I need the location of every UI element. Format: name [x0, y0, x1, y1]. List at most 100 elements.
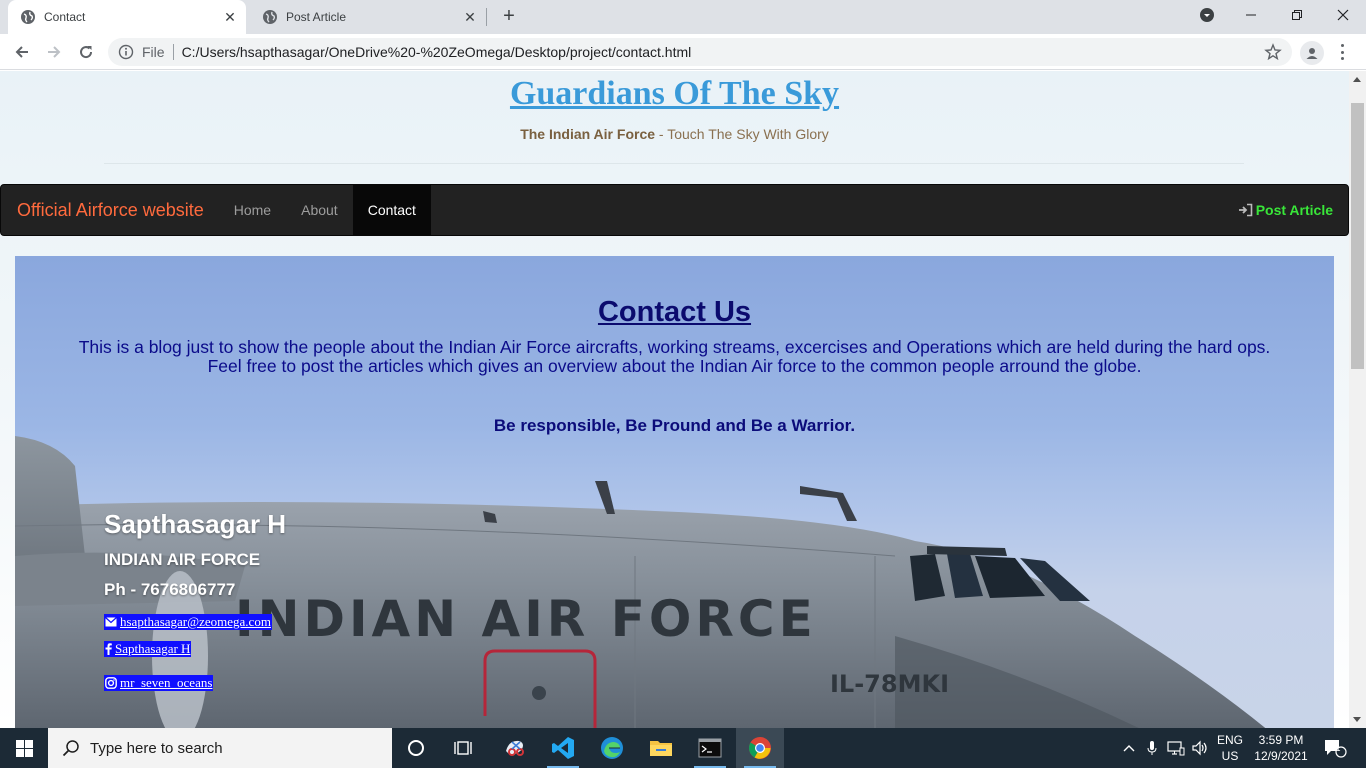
- language-code: ENG: [1216, 733, 1243, 747]
- vscode-app[interactable]: [539, 728, 587, 768]
- tab-title: Post Article: [286, 10, 347, 24]
- windows-logo-icon: [15, 739, 33, 757]
- show-hidden-icons[interactable]: [1118, 728, 1140, 768]
- region-code: US: [1221, 749, 1239, 763]
- cortana-button[interactable]: [392, 728, 440, 768]
- email-link[interactable]: hsapthasagar@zeomega.com: [104, 614, 272, 630]
- tab-close-icon[interactable]: ✕: [460, 7, 480, 27]
- omnibox-divider: [172, 44, 174, 60]
- action-center-button[interactable]: 1: [1320, 736, 1350, 760]
- address-bar[interactable]: File C:/Users/hsapthasagar/OneDrive%20-%…: [108, 38, 1292, 66]
- close-window-button[interactable]: [1320, 0, 1366, 30]
- restore-button[interactable]: [1274, 0, 1320, 30]
- file-explorer-app[interactable]: [637, 728, 685, 768]
- notification-count: 1: [1335, 743, 1341, 753]
- task-view-button[interactable]: [440, 728, 488, 768]
- description-line-1: This is a blog just to show the people a…: [78, 337, 1271, 357]
- microphone-tray[interactable]: [1142, 728, 1162, 768]
- post-article-link[interactable]: Post Article: [1238, 185, 1333, 235]
- terminal-icon: [698, 738, 722, 758]
- microphone-icon: [1147, 741, 1157, 755]
- reload-button[interactable]: [74, 40, 98, 64]
- clock-date: 12/9/2021: [1254, 749, 1308, 763]
- contact-heading: Contact Us: [597, 296, 752, 328]
- url-text[interactable]: C:/Users/hsapthasagar/OneDrive%20-%20ZeO…: [182, 44, 692, 60]
- network-icon: [1167, 741, 1185, 756]
- cortana-circle-icon: [408, 740, 424, 756]
- task-view-icon: [454, 741, 472, 755]
- sign-in-icon: [1238, 203, 1253, 217]
- facebook-icon: [105, 643, 112, 655]
- browser-toolbar: File C:/Users/hsapthasagar/OneDrive%20-%…: [0, 34, 1366, 70]
- tab-separator: [486, 8, 487, 26]
- chrome-app[interactable]: [736, 728, 784, 768]
- contact-card: Sapthasagar H INDIAN AIR FORCE Ph - 7676…: [104, 509, 286, 693]
- instagram-link[interactable]: mr_seven_oceans: [104, 675, 214, 691]
- minimize-icon: [1246, 14, 1256, 16]
- scrollbar-thumb[interactable]: [1351, 103, 1364, 369]
- nav-home[interactable]: Home: [219, 185, 286, 235]
- browser-tab-bar: Contact ✕ Post Article ✕ +: [0, 0, 1366, 34]
- new-tab-button[interactable]: +: [498, 5, 520, 27]
- contact-organization: INDIAN AIR FORCE: [104, 550, 261, 569]
- language-indicator[interactable]: ENG US: [1214, 732, 1246, 764]
- tagline-bold: The Indian Air Force: [520, 126, 656, 142]
- contact-hero: INDIAN AIR FORCE IL-78MKI Contact Us Thi…: [15, 256, 1334, 728]
- edge-icon: [601, 737, 623, 759]
- close-icon: [1337, 9, 1349, 21]
- start-button[interactable]: [0, 728, 48, 768]
- tab-post-article[interactable]: Post Article ✕: [250, 0, 486, 34]
- main-navbar: Official Airforce website Home About Con…: [0, 184, 1349, 236]
- speaker-icon: [1192, 740, 1207, 756]
- volume-tray[interactable]: [1190, 728, 1212, 768]
- globe-icon: [20, 9, 36, 25]
- windows-taskbar: Type here to search ENG US 3:59 PM 12/9/…: [0, 728, 1366, 768]
- profile-avatar-icon[interactable]: [1300, 41, 1324, 65]
- contact-name: Sapthasagar H: [104, 509, 287, 539]
- description-line-2: Feel free to post the articles which giv…: [207, 356, 1142, 376]
- reload-icon: [80, 46, 93, 59]
- chevron-down-icon: [1200, 8, 1214, 22]
- site-title[interactable]: Guardians Of The Sky: [0, 75, 1349, 113]
- contact-phone: Ph - 7676806777: [104, 580, 236, 599]
- nav-contact[interactable]: Contact: [352, 185, 431, 235]
- tab-contact[interactable]: Contact ✕: [8, 0, 246, 34]
- tagline-rest: - Touch The Sky With Glory: [655, 126, 829, 142]
- scroll-up-icon[interactable]: [1353, 77, 1361, 82]
- fuselage-lettering: INDIAN AIR FORCE: [235, 590, 817, 648]
- navbar-brand[interactable]: Official Airforce website: [17, 200, 204, 221]
- minimize-button[interactable]: [1228, 0, 1274, 30]
- back-button[interactable]: [10, 40, 34, 64]
- globe-icon: [262, 9, 278, 25]
- tab-search-button[interactable]: [1184, 0, 1230, 30]
- edge-app[interactable]: [588, 728, 636, 768]
- tab-title: Contact: [44, 10, 86, 24]
- page-scrollbar[interactable]: [1349, 71, 1366, 728]
- system-clock[interactable]: 3:59 PM 12/9/2021: [1252, 732, 1310, 764]
- search-placeholder: Type here to search: [90, 739, 223, 757]
- folder-icon: [650, 741, 672, 756]
- page-viewport: Guardians Of The Sky The Indian Air Forc…: [0, 71, 1349, 728]
- scroll-down-icon[interactable]: [1353, 717, 1361, 722]
- taskbar-search[interactable]: Type here to search: [48, 728, 392, 768]
- instagram-text: mr_seven_oceans: [120, 675, 213, 690]
- network-tray[interactable]: [1164, 728, 1188, 768]
- chevron-up-icon: [1123, 745, 1135, 752]
- nav-about[interactable]: About: [286, 185, 353, 235]
- bookmark-star-icon[interactable]: [1264, 43, 1282, 61]
- browser-menu-icon[interactable]: [1336, 42, 1348, 62]
- vscode-icon: [552, 737, 574, 759]
- snip-icon: [506, 740, 524, 756]
- site-tagline: The Indian Air Force - Touch The Sky Wit…: [0, 126, 1349, 142]
- tab-close-icon[interactable]: ✕: [220, 7, 240, 27]
- facebook-text: Sapthasagar H: [115, 641, 191, 656]
- facebook-link[interactable]: Sapthasagar H: [104, 641, 192, 657]
- forward-button[interactable]: [42, 40, 66, 64]
- info-icon[interactable]: [118, 44, 134, 60]
- snipping-tool-app[interactable]: [491, 728, 539, 768]
- contact-description: This is a blog just to show the people a…: [45, 338, 1304, 376]
- envelope-icon: [105, 617, 117, 627]
- search-icon: [62, 740, 79, 757]
- chrome-icon: [749, 737, 771, 759]
- terminal-app[interactable]: [686, 728, 734, 768]
